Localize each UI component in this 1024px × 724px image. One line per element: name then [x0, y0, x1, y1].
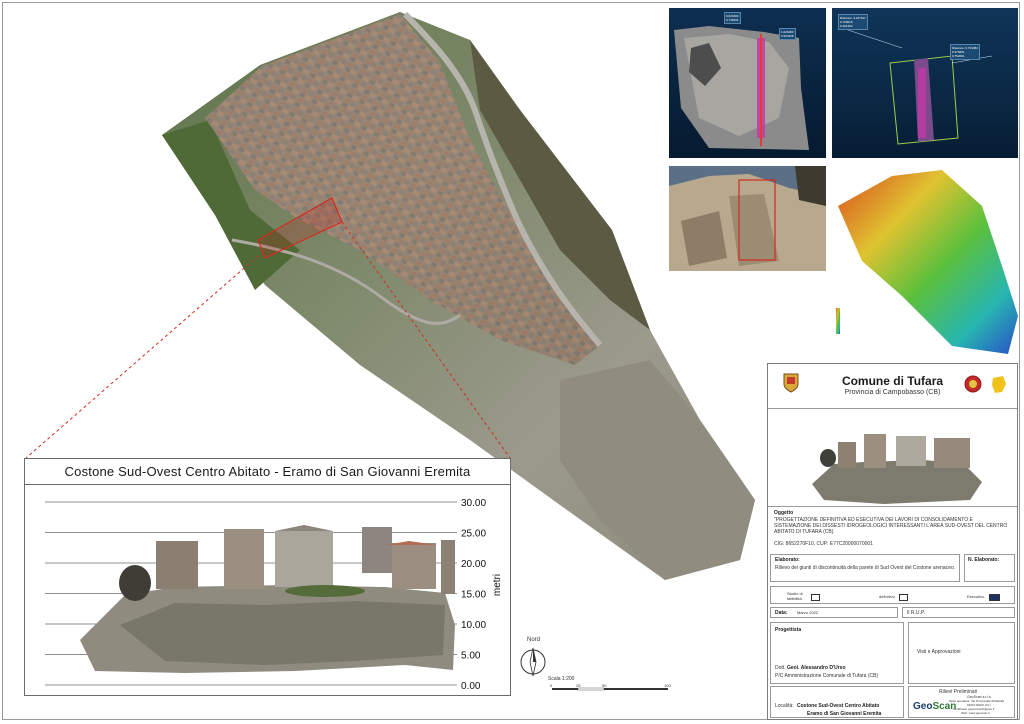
localita-section: Località: Costone Sud-Ovest Centro Abita…: [770, 686, 904, 718]
elaborato-label: Elaborato:: [775, 557, 800, 563]
progettista-name: Geol. Alessandro D'Urso: [787, 665, 846, 671]
pointcloud-legend-3: Distance: 4.227617 0.729015 0.461302: [838, 14, 868, 30]
dem-render: [836, 170, 1018, 354]
rock-slope: [560, 360, 755, 580]
rup-label: Il R.U.P.: [907, 610, 925, 616]
leader-line-left: [25, 255, 259, 459]
fase-definitivo-checkbox: [899, 594, 908, 601]
n-elaborato-box: N. Elaborato:: [964, 554, 1015, 582]
scale-tick-50: 50: [602, 683, 607, 688]
y-tick-label: 30.00: [461, 498, 486, 509]
cig-text: CIG: 8652270F10, CUP: E77C20000070001: [774, 541, 873, 547]
oggetto-section: Oggetto "PROGETTAZIONE DEFINITIVA ED ESE…: [768, 506, 1017, 548]
scale-tick-25: 25: [576, 683, 581, 688]
y-tick-label: 25.00: [461, 529, 486, 540]
pointcloud-legend-2: 1.026483 0.954338: [779, 28, 796, 40]
elaborato-section: Elaborato: Rilievo dei giunti di discont…: [770, 554, 960, 582]
tree-left: [119, 565, 151, 601]
progettista-section: Progettista Dott. Geol. Alessandro D'Urs…: [770, 622, 904, 684]
rup-section: Il R.U.P.: [902, 607, 1015, 618]
y-tick-label: 20.00: [461, 559, 486, 570]
building-3: [275, 531, 333, 587]
building-4: [362, 527, 392, 573]
title-block: Comune di Tufara Provincia di Campobasso…: [767, 363, 1018, 720]
dem-heatmap: [832, 166, 1018, 356]
building-3-roof: [275, 525, 333, 531]
localita-label: Località:: [775, 703, 794, 709]
pointcloud-legend-4: Distance: 0.734084 0.376601 0.752091: [950, 44, 980, 60]
provincia-subtitle: Provincia di Campobasso (CB): [844, 389, 941, 396]
oggetto-label: Oggetto: [774, 510, 794, 516]
oggetto-text: "PROGETTAZIONE DEFINITIVA ED ESECUTIVA D…: [774, 517, 1008, 535]
data-label: Data:: [775, 610, 788, 616]
data-section: Data: Marzo 2022: [770, 607, 898, 618]
fase-definitivo: definitivo: [879, 594, 895, 599]
section-title: Costone Sud-Ovest Centro Abitato - Eramo…: [25, 459, 510, 485]
data-value: Marzo 2022: [797, 610, 819, 615]
north-arrow: [520, 647, 546, 677]
scale-bar-graphic: [552, 687, 668, 691]
building-1: [156, 541, 198, 589]
cliff-rock-shade: [120, 601, 445, 665]
y-tick-label: 0.00: [461, 681, 481, 692]
fasi-section: Studio di fattibilità definitivo Esecuti…: [770, 586, 1015, 604]
elaborato-text: Rilievo dei giunti di discontinuità dell…: [775, 565, 956, 571]
visti-section: Visti e Approvazioni: [908, 622, 1015, 684]
n-elaborato-label: N. Elaborato:: [968, 557, 1000, 563]
scale-label: Scala 1:200: [548, 676, 575, 682]
fase-studio: Studio di fattibilità: [787, 591, 803, 601]
logo-geo: Geo: [913, 701, 933, 712]
comune-title: Comune di Tufara: [841, 374, 944, 388]
fase-studio-checkbox: [811, 594, 820, 601]
scale-tick-0: 0: [550, 683, 553, 688]
fase-esecutivo: Esecutivo: [967, 594, 985, 599]
cliff-photo: [669, 166, 826, 271]
cliff-photo-detail: [669, 166, 826, 271]
company-line4: Web: www.geoscan.it: [961, 711, 990, 715]
y-tick-label: 10.00: [461, 620, 486, 631]
y-axis-label: metri: [492, 574, 503, 596]
visti-label: Visti e Approvazioni: [917, 649, 961, 655]
localita-line2: Eramo di San Giovanni Eremita: [807, 711, 882, 717]
castle-photo: [812, 434, 982, 504]
building-5: [392, 543, 436, 589]
divider: [768, 408, 1017, 409]
section-chart: 30.00 25.00 20.00 15.00 10.00 5.00 0.00 metri: [45, 498, 503, 692]
rilievi-section: Rilievi Preliminari GeoScan GeoScan s.r.…: [908, 686, 1015, 718]
pointcloud-section-render: [841, 27, 993, 145]
fase-esecutivo-checkbox: [989, 594, 1000, 601]
y-tick-label: 15.00: [461, 590, 486, 601]
progettista-label: Progettista: [775, 627, 802, 633]
building-2: [224, 529, 264, 589]
y-tick-label: 5.00: [461, 651, 481, 662]
shrub-top: [285, 585, 365, 597]
pointcloud-view-1: 0.621684 0.745231 1.026483 0.954338: [669, 8, 826, 158]
localita-line1: Costone Sud-Ovest Centro Abitato: [797, 703, 880, 709]
pointcloud-legend-1: 0.621684 0.745231: [724, 12, 741, 24]
scale-bar: Scala 1:200 0 25 50 100: [548, 676, 678, 700]
building-6: [441, 540, 455, 594]
scale-tick-100: 100: [664, 683, 671, 688]
progettista-role: P/C Amministrazione Comunale di Tufara (…: [775, 673, 879, 679]
pointcloud-cliff-render: [674, 26, 809, 150]
progettista-prefix: Dott.: [775, 665, 786, 671]
section-panel: Costone Sud-Ovest Centro Abitato - Eramo…: [24, 458, 511, 696]
pointcloud-view-2: Distance: 4.227617 0.729015 0.461302 Dis…: [832, 8, 1018, 158]
